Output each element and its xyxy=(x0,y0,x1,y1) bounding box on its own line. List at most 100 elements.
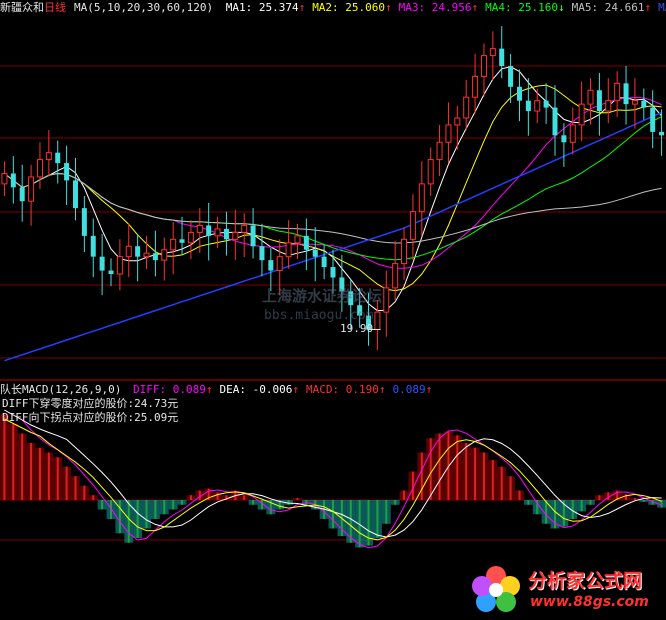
candle-body xyxy=(81,208,87,236)
candle-body xyxy=(552,107,558,136)
ma-value-label: MA5: xyxy=(571,1,599,14)
candle-body xyxy=(409,211,416,240)
candle-body xyxy=(623,83,629,105)
ma-value-arrow: ↓ xyxy=(558,1,565,14)
candle-body xyxy=(561,135,567,143)
candle-body xyxy=(650,107,656,132)
ma-value-4: MA4: 25.160↓ xyxy=(485,1,564,14)
candle-body xyxy=(641,100,647,108)
period-label: 日线 xyxy=(44,1,66,14)
candle-body xyxy=(427,159,434,185)
macd-values: DIFF: 0.089↑ DEA: -0.006↑ MACD: 0.190↑ 0.08… xyxy=(133,383,439,396)
candle-body xyxy=(418,183,425,213)
candle-body xyxy=(489,48,496,57)
diff-turn-info: DIFF向下拐点对应的股价:25.09元 xyxy=(2,411,179,424)
candle-body xyxy=(108,270,114,274)
candle-body xyxy=(152,253,158,261)
candle-body xyxy=(36,159,43,178)
ma-value-label: MA2: xyxy=(312,1,339,14)
candle-body xyxy=(516,86,522,101)
macd-value-4: 0.089↑ xyxy=(392,383,432,396)
ma-value-value: 25.374 xyxy=(252,1,299,14)
candle-body xyxy=(143,252,150,258)
candle-body xyxy=(10,173,16,188)
candle-body xyxy=(436,141,443,161)
ma-value-2: MA2: 25.060↑ xyxy=(312,1,391,14)
candle-body xyxy=(45,152,52,161)
candle-body xyxy=(187,231,194,244)
candle-body xyxy=(499,48,505,66)
ma-value-arrow: ↑ xyxy=(471,1,479,14)
candle-body xyxy=(90,235,96,257)
diff-cross-zero-info: DIFF下穿零度对应的股价:24.73元 xyxy=(2,397,179,410)
candle-body xyxy=(534,100,541,112)
candle-body xyxy=(472,75,479,98)
candle-body xyxy=(578,103,585,126)
watermark-text: 上海游水证券论坛 xyxy=(262,287,383,305)
candle-body xyxy=(303,235,309,250)
candle-body xyxy=(454,117,461,126)
candle-body xyxy=(72,180,78,209)
candle-body xyxy=(125,245,132,258)
candle-body xyxy=(480,55,487,77)
candle-body xyxy=(55,152,61,164)
ma-value-3: MA3: 24.956↑ xyxy=(399,1,478,14)
candle-body xyxy=(116,256,123,275)
ma-params: MA(5,10,20,30,60,120) xyxy=(74,1,214,14)
macd-value-2: DEA: -0.006↑ xyxy=(219,383,298,396)
chart-stage: 新疆众和日线 MA(5,10,20,30,60,120) MA1: 25.374↑… xyxy=(0,0,666,620)
ma-value-value: 25.060 xyxy=(338,1,386,14)
ma-line-6 xyxy=(4,111,662,362)
macd-value-arrow: ↑ xyxy=(292,383,299,396)
logo-url: www.88gs.com xyxy=(530,594,649,610)
ma-value-arrow: ↑ xyxy=(644,1,652,14)
candle-body xyxy=(276,256,283,272)
candle-body xyxy=(259,246,265,261)
ma-value-5: MA5: 24.661↑ xyxy=(572,1,651,14)
macd-value-value: 0.089 xyxy=(166,383,206,396)
candle-body xyxy=(179,239,185,243)
ma-value-value: 24.956 xyxy=(425,1,472,14)
candle-body xyxy=(374,311,381,330)
candle-body xyxy=(508,66,514,87)
candle-body xyxy=(285,242,292,258)
ma-values: MA1: 25.374↑ MA2: 25.060↑ MA3: 24.956↑ MA4:… xyxy=(226,1,666,14)
candle-body xyxy=(135,246,141,257)
low-price-label: 19.90 xyxy=(340,322,374,335)
candle-body xyxy=(196,224,203,233)
watermark-url: bbs.miaogu.com xyxy=(264,308,374,323)
ma-value-arrow: ↑ xyxy=(298,1,306,14)
macd-value-arrow: ↑ xyxy=(378,383,386,396)
ma-value-1: MA1: 25.374↑ xyxy=(226,1,305,14)
ma-value-label: MA1: xyxy=(225,1,253,14)
candle-body xyxy=(392,263,399,289)
macd-value-arrow: ↑ xyxy=(205,383,213,396)
macd-title: 队长MACD(12,26,9,0) xyxy=(0,383,122,396)
macd-header: 队长MACD(12,26,9,0) DIFF: 0.089↑ DEA: -0.00… xyxy=(0,383,439,396)
site-logo: 分析家公式网 www.88gs.com xyxy=(466,560,666,620)
candle-body xyxy=(99,256,105,271)
candle-body xyxy=(330,267,336,278)
candle-body xyxy=(312,249,318,257)
candle-body xyxy=(268,260,274,271)
candle-body xyxy=(569,124,576,143)
macd-value-arrow: ↑ xyxy=(425,383,433,396)
candle-body xyxy=(401,238,408,265)
candle-body xyxy=(206,225,212,236)
candle-body xyxy=(19,187,25,202)
macd-value-label: MACD: xyxy=(305,383,340,396)
candle-body xyxy=(596,90,602,112)
candle-body xyxy=(587,89,594,105)
ma-value-arrow: ↑ xyxy=(385,1,392,14)
macd-value-value: 0.190 xyxy=(339,383,379,396)
candle-body xyxy=(321,256,327,268)
candle-body xyxy=(232,231,239,240)
candle-body xyxy=(294,235,301,244)
candle-body xyxy=(223,228,229,240)
macd-value-3: MACD: 0.190↑ xyxy=(306,383,386,396)
price-header: 新疆众和日线 MA(5,10,20,30,60,120) MA1: 25.374↑… xyxy=(0,1,666,14)
candle-body xyxy=(614,82,621,102)
macd-value-label: DEA: xyxy=(219,383,246,396)
macd-value-label: DIFF: xyxy=(132,383,167,396)
macd-value-1: DIFF: 0.089↑ xyxy=(133,383,213,396)
